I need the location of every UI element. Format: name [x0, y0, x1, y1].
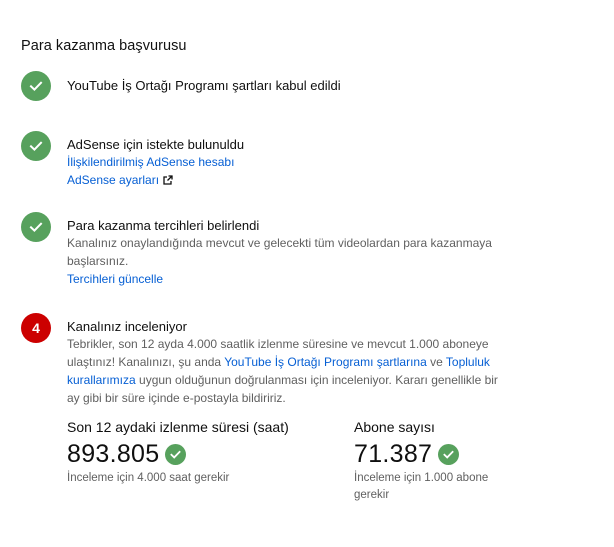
watch-hours-value: 893.805: [67, 440, 160, 468]
step-heading: Kanalınız inceleniyor: [67, 319, 187, 334]
stat-label: Son 12 aydaki izlenme süresi (saat): [67, 419, 289, 435]
step-heading: AdSense için istekte bulunuldu: [67, 137, 245, 152]
step-status-complete: [21, 131, 51, 161]
step-heading: YouTube İş Ortağı Programı şartları kabu…: [67, 78, 341, 93]
subscribers-value: 71.387: [354, 440, 433, 468]
adsense-settings-link[interactable]: AdSense ayarları: [67, 171, 517, 189]
stat-note: İnceleme için 1.000 abone gerekir: [354, 472, 489, 501]
link-label[interactable]: İlişkilendirilmiş AdSense hesabı: [67, 155, 234, 169]
link-label[interactable]: AdSense ayarları: [67, 173, 159, 187]
stat-value-row: 71.387: [354, 439, 504, 469]
subscribers-stat: Abone sayısı 71.387 İnceleme için 1.000 …: [354, 418, 504, 504]
update-preferences-link[interactable]: Tercihleri güncelle: [67, 270, 497, 288]
ypp-terms-link[interactable]: YouTube İş Ortağı Programı şartlarına: [224, 355, 427, 369]
stat-label: Abone sayısı: [354, 419, 435, 435]
check-icon: [29, 141, 43, 152]
check-icon: [29, 81, 43, 92]
step-heading: Para kazanma tercihleri belirlendi: [67, 218, 260, 233]
stat-value-row: 893.805: [67, 439, 327, 469]
external-link-icon[interactable]: [163, 175, 173, 185]
link-label[interactable]: Tercihleri güncelle: [67, 272, 163, 286]
step-description: Kanalınız onaylandığında mevcut ve gelec…: [67, 236, 492, 268]
check-icon: [165, 443, 187, 465]
step-status-complete: [21, 71, 51, 101]
step-status-complete: [21, 212, 51, 242]
stat-note: İnceleme için 4.000 saat gerekir: [67, 472, 230, 484]
description-text: ve: [426, 355, 446, 369]
check-icon: [29, 222, 43, 233]
page-title: Para kazanma başvurusu: [21, 38, 187, 54]
step-description: Tebrikler, son 12 ayda 4.000 saatlik izl…: [67, 335, 499, 407]
step-status-in-review: 4: [21, 313, 51, 343]
step-number: 4: [32, 320, 40, 336]
watch-hours-stat: Son 12 aydaki izlenme süresi (saat) 893.…: [67, 418, 327, 487]
linked-adsense-account-link[interactable]: İlişkilendirilmiş AdSense hesabı: [67, 153, 517, 171]
check-icon: [438, 443, 460, 465]
